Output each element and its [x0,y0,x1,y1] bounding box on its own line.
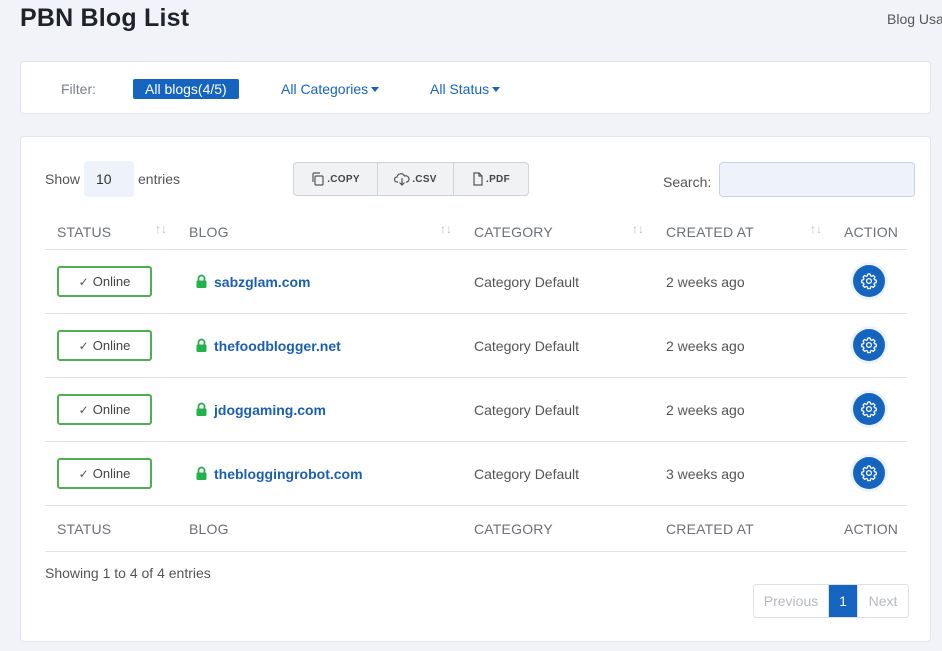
filter-status-label: All Status [430,81,490,97]
status-badge: ✓ Online [57,330,152,361]
lock-icon [196,338,207,352]
check-icon: ✓ [78,339,89,353]
sort-icon[interactable]: ↑↓ [440,222,452,236]
created-at-cell: 2 weeks ago [666,402,745,418]
status-label: Online [92,338,131,353]
category-cell: Category Default [474,402,580,418]
col-footer-blog: BLOG [189,521,229,537]
filter-bar: Filter: All blogs(4/5) All Categories Al… [20,61,931,114]
col-header-action: ACTION [844,224,899,240]
search-label: Search: [663,174,712,190]
blog-link[interactable]: jdoggaming.com [214,402,326,418]
status-label: Online [92,274,131,289]
check-icon: ✓ [78,275,89,289]
previous-page-button[interactable]: Previous [754,585,829,617]
filter-label: Filter: [61,81,96,97]
filter-status-dropdown[interactable]: All Status [430,81,501,97]
category-cell: Category Default [474,466,580,482]
filter-categories-dropdown[interactable]: All Categories [281,81,380,97]
check-icon: ✓ [78,467,89,481]
blog-link[interactable]: sabzglam.com [214,274,310,290]
pdf-button[interactable]: .PDF [454,163,528,195]
divider [45,551,907,552]
status-label: Online [92,402,131,417]
settings-button[interactable] [853,329,885,361]
divider [45,505,907,506]
col-header-blog[interactable]: BLOG [189,224,229,240]
col-header-category[interactable]: CATEGORY [474,224,553,240]
col-header-created-at[interactable]: CREATED AT [666,224,754,240]
col-footer-created-at: CREATED AT [666,521,754,537]
status-label: Online [92,466,131,481]
csv-button[interactable]: .CSV [378,163,454,195]
status-badge: ✓ Online [57,266,152,297]
entries-select[interactable]: 10 [84,161,134,197]
sort-icon[interactable]: ↑↓ [155,222,167,236]
settings-button[interactable] [853,457,885,489]
divider [45,313,907,314]
gear-icon [861,337,877,354]
next-page-button[interactable]: Next [857,585,908,617]
lock-icon [196,402,207,416]
gear-icon [861,273,877,290]
created-at-cell: 2 weeks ago [666,274,745,290]
copy-icon [312,172,324,186]
sort-icon[interactable]: ↑↓ [632,222,644,236]
col-footer-status: STATUS [57,521,112,537]
settings-button[interactable] [853,393,885,425]
download-icon [394,173,410,186]
divider [45,441,907,442]
entries-label: entries [138,171,181,187]
gear-icon [861,465,877,482]
gear-icon [861,401,877,418]
file-icon [473,172,483,186]
category-cell: Category Default [474,338,580,354]
col-footer-action: ACTION [844,521,899,537]
csv-label: .CSV [412,173,437,185]
lock-icon [196,466,207,480]
blog-link[interactable]: thefoodblogger.net [214,338,341,354]
check-icon: ✓ [78,403,89,417]
lock-icon [196,274,207,288]
divider [45,249,907,250]
pagination: Previous 1 Next [753,584,909,618]
settings-button[interactable] [853,265,885,297]
export-button-group: .COPY .CSV .PDF [293,162,529,196]
filter-all-blogs-button[interactable]: All blogs(4/5) [133,79,239,99]
page-1-button[interactable]: 1 [829,585,857,617]
copy-label: .COPY [327,173,360,185]
breadcrumb[interactable]: Blog Usa [887,11,942,27]
show-label: Show [45,171,81,187]
created-at-cell: 2 weeks ago [666,338,745,354]
blog-table-card: Show 10 entries .COPY .CSV .PDF Search: … [20,136,931,642]
sort-icon[interactable]: ↑↓ [810,222,822,236]
col-header-status[interactable]: STATUS [57,224,111,240]
blog-link[interactable]: thebloggingrobot.com [214,466,363,482]
page-title: PBN Blog List [20,4,190,32]
status-badge: ✓ Online [57,394,152,425]
created-at-cell: 3 weeks ago [666,466,745,482]
copy-button[interactable]: .COPY [294,163,378,195]
divider [45,377,907,378]
table-info: Showing 1 to 4 of 4 entries [45,565,211,581]
filter-categories-label: All Categories [281,81,369,97]
status-badge: ✓ Online [57,458,152,489]
caret-down-icon [492,87,501,92]
search-input[interactable] [719,162,915,197]
category-cell: Category Default [474,274,580,290]
pdf-label: .PDF [486,173,510,185]
col-footer-category: CATEGORY [474,521,553,537]
caret-down-icon [371,87,380,92]
